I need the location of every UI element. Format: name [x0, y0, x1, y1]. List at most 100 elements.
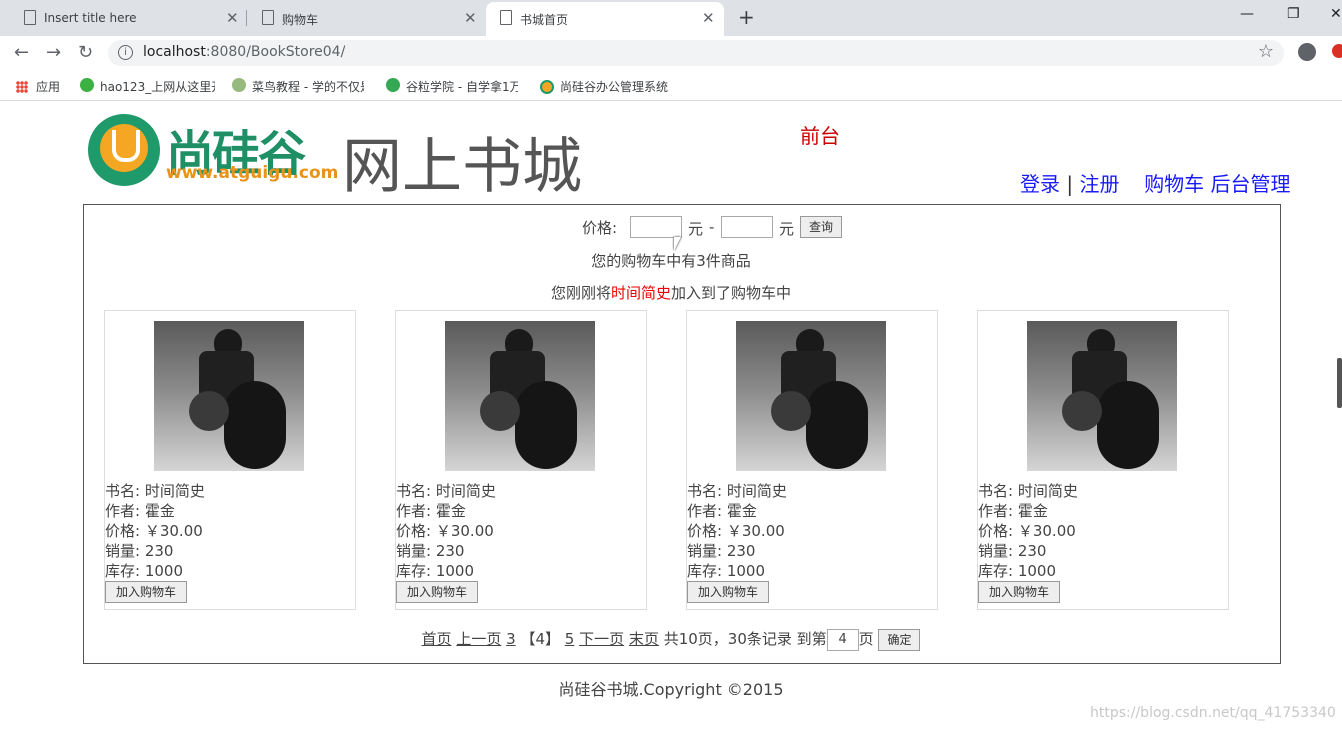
tab-2[interactable]: 购物车 ✕: [246, 0, 484, 36]
add-to-cart-button[interactable]: 加入购物车: [396, 581, 478, 603]
label: 销量:: [687, 542, 723, 560]
last-page-link[interactable]: 末页: [629, 630, 659, 648]
top-nav: 登录 | 注册 购物车 后台管理: [1020, 168, 1291, 197]
extension-icon[interactable]: [1332, 44, 1342, 58]
book-cover-image[interactable]: [1027, 321, 1177, 471]
url-host: localhost: [143, 44, 206, 60]
profile-icon[interactable]: [1298, 43, 1316, 61]
minimize-button[interactable]: —: [1240, 6, 1254, 22]
next-page-link[interactable]: 下一页: [579, 630, 624, 648]
price-search: 价格:: [582, 217, 617, 238]
query-button[interactable]: 查询: [800, 216, 842, 238]
book-price-row: 价格: ￥30.00: [978, 521, 1078, 541]
book-author-row: 作者: 霍金: [687, 501, 787, 521]
watermark: https://blog.csdn.net/qq_41753340: [1090, 705, 1336, 721]
close-window-button[interactable]: ✕: [1330, 6, 1342, 22]
book-card: 书名: 时间简史 作者: 霍金 价格: ￥30.00 销量: 230 库存: 1…: [686, 310, 938, 610]
book-price: ￥30.00: [144, 522, 203, 540]
goto-suffix: 页: [858, 630, 874, 648]
add-to-cart-button[interactable]: 加入购物车: [105, 581, 187, 603]
cart-summary: 您的购物车中有3件商品: [591, 252, 751, 270]
book-author: 霍金: [144, 502, 175, 520]
bookmark-label: 菜鸟教程 - 学的不仅是技术: [252, 80, 364, 94]
forward-button[interactable]: →: [46, 42, 61, 63]
current-page: 【4】: [520, 630, 560, 648]
bookmark-atguigu[interactable]: 尚硅谷办公管理系统: [540, 78, 668, 95]
notice-prefix: 您刚刚将: [550, 284, 611, 302]
book-info: 书名: 时间简史 作者: 霍金 价格: ￥30.00 销量: 230 库存: 1…: [978, 481, 1078, 581]
label: 书名:: [978, 482, 1014, 500]
add-to-cart-button[interactable]: 加入购物车: [978, 581, 1060, 603]
book-cover-image[interactable]: [154, 321, 304, 471]
reload-button[interactable]: ↻: [78, 42, 93, 63]
close-icon[interactable]: ✕: [226, 9, 239, 27]
label: 书名:: [687, 482, 723, 500]
star-icon[interactable]: ☆: [1258, 41, 1274, 62]
book-author: 霍金: [726, 502, 757, 520]
page-3-link[interactable]: 3: [506, 630, 516, 648]
book-stock: 1000: [144, 562, 184, 580]
book-sales-row: 销量: 230: [105, 541, 205, 561]
book-info: 书名: 时间简史 作者: 霍金 价格: ￥30.00 销量: 230 库存: 1…: [687, 481, 787, 581]
book-price: ￥30.00: [726, 522, 785, 540]
min-price-input[interactable]: [630, 216, 682, 238]
book-price-row: 价格: ￥30.00: [396, 521, 496, 541]
max-price-input[interactable]: [721, 216, 773, 238]
book-name-row: 书名: 时间简史: [105, 481, 205, 501]
bookmark-label: 谷粒学院 - 自学拿1万: [406, 80, 518, 94]
first-page-link[interactable]: 首页: [422, 630, 452, 648]
goto-page-input[interactable]: 4: [826, 628, 859, 651]
tab-1[interactable]: Insert title here ✕: [8, 0, 246, 36]
book-stock-row: 库存: 1000: [978, 561, 1078, 581]
book-sales: 230: [435, 542, 465, 560]
address-bar[interactable]: i localhost:8080/BookStore04/ ☆: [108, 40, 1284, 66]
cart-link[interactable]: 购物车: [1144, 172, 1204, 196]
bookmark-runoob[interactable]: 菜鸟教程 - 学的不仅是技术: [232, 78, 364, 95]
close-icon[interactable]: ✕: [464, 9, 477, 27]
url-text: localhost:8080/BookStore04/: [143, 44, 345, 60]
page-5-link[interactable]: 5: [565, 630, 575, 648]
scrollbar-handle[interactable]: [1337, 358, 1342, 408]
book-cover-image[interactable]: [445, 321, 595, 471]
tab-title: 购物车: [282, 13, 319, 27]
plus-icon: +: [738, 5, 755, 29]
price-label: 价格:: [582, 219, 618, 237]
restore-button[interactable]: ❐: [1287, 6, 1300, 22]
prev-page-link[interactable]: 上一页: [456, 630, 501, 648]
tab-3-active[interactable]: 书城首页 ✕: [486, 2, 724, 36]
bookmark-hao123[interactable]: hao123_上网从这里开始: [80, 78, 215, 95]
book-cover-image[interactable]: [736, 321, 886, 471]
new-tab-button[interactable]: +: [738, 5, 755, 29]
bookmark-apps[interactable]: 应用: [16, 78, 60, 95]
guli-icon: [386, 78, 400, 92]
book-stock: 1000: [435, 562, 475, 580]
book-author: 霍金: [1017, 502, 1048, 520]
book-sales: 230: [726, 542, 756, 560]
admin-link[interactable]: 后台管理: [1211, 172, 1291, 196]
book-stock-row: 库存: 1000: [105, 561, 205, 581]
hao123-icon: [80, 78, 94, 92]
close-icon[interactable]: ✕: [702, 9, 715, 27]
book-info: 书名: 时间简史 作者: 霍金 价格: ￥30.00 销量: 230 库存: 1…: [105, 481, 205, 581]
bookmark-label: 应用: [36, 80, 61, 94]
book-author-row: 作者: 霍金: [396, 501, 496, 521]
bookmark-guli[interactable]: 谷粒学院 - 自学拿1万: [386, 78, 518, 95]
register-link[interactable]: 注册: [1079, 172, 1119, 196]
cart-added-notice: 您刚刚将时间简史加入到了购物车中: [0, 282, 1342, 303]
back-button[interactable]: ←: [14, 42, 29, 63]
book-price: ￥30.00: [1017, 522, 1076, 540]
url-path: :8080/BookStore04/: [205, 44, 346, 60]
add-to-cart-button[interactable]: 加入购物车: [687, 581, 769, 603]
login-link[interactable]: 登录: [1020, 172, 1060, 196]
book-name: 时间简史: [1017, 482, 1078, 500]
label: 销量:: [978, 542, 1014, 560]
label: 价格:: [978, 522, 1014, 540]
document-icon: [262, 10, 274, 25]
goto-confirm-button[interactable]: 确定: [878, 628, 921, 651]
unit-label: 元: [779, 220, 795, 238]
added-book-name: 时间简史: [610, 284, 671, 302]
info-icon: i: [118, 45, 133, 60]
label: 库存:: [687, 562, 723, 580]
document-icon: [500, 10, 512, 25]
label: 书名:: [105, 482, 141, 500]
